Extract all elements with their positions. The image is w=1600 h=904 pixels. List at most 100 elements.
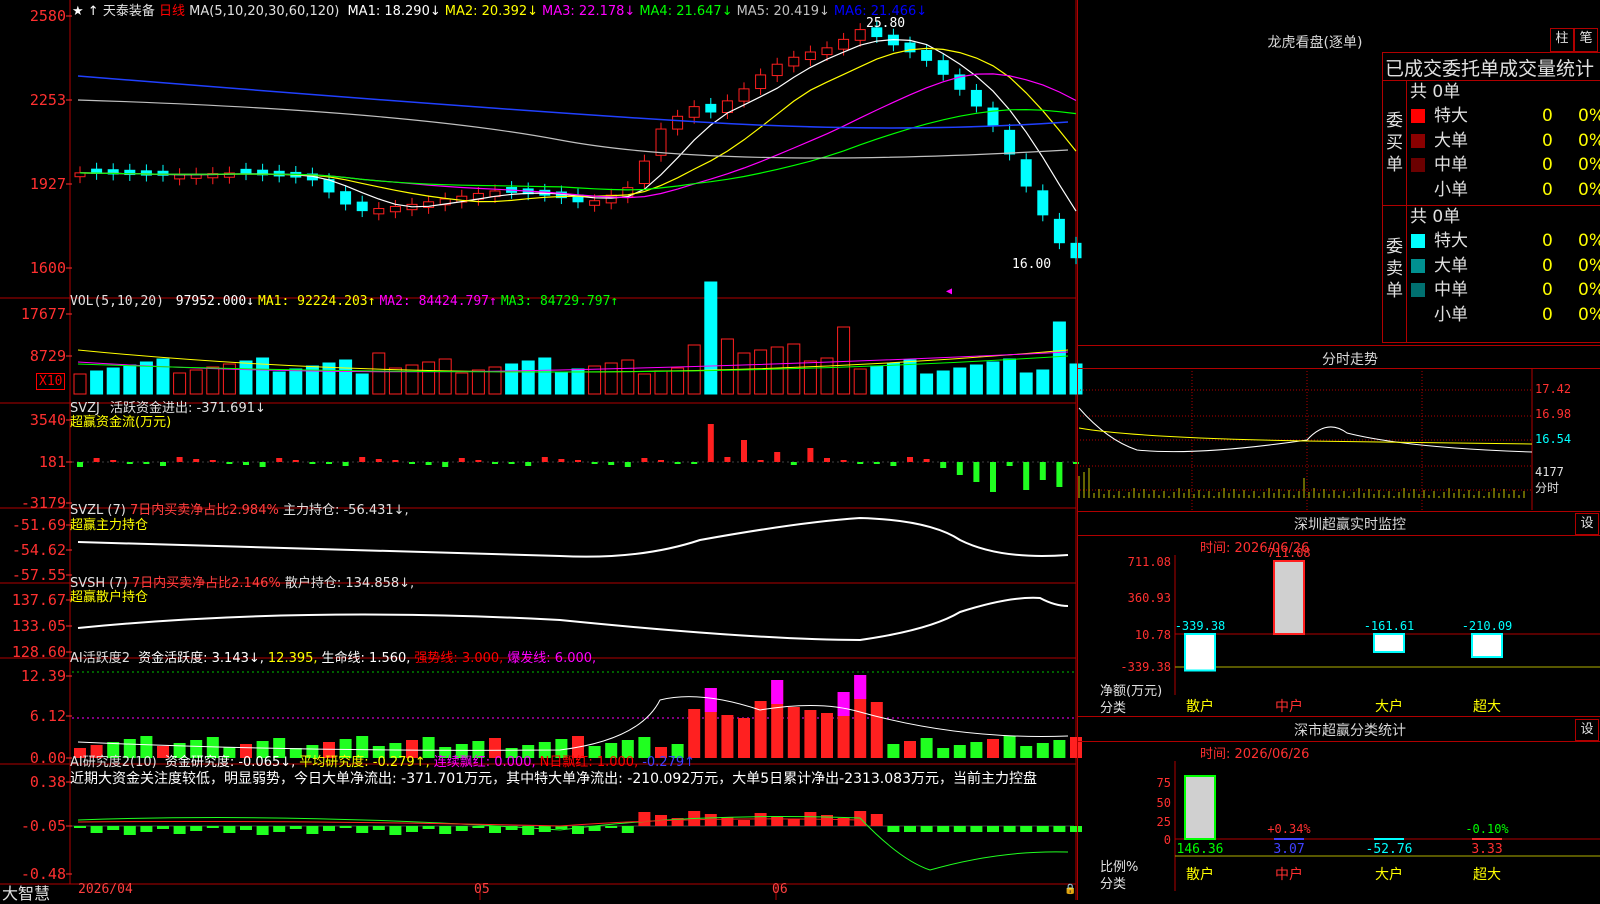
sz-class-settings-button[interactable]: 设	[1575, 719, 1599, 741]
ai-research-bar	[256, 826, 269, 835]
volume-bar	[770, 346, 784, 395]
trade-mode-button[interactable]: 笔	[1574, 28, 1598, 52]
sz-class-chart: 75 50 25 0 146.36 散户 +0.34% 3.07 中户 -52.76 大户 -0.10…	[1157, 761, 1600, 891]
ai-research-bar	[190, 826, 203, 831]
svzj-bar	[873, 462, 880, 464]
ai-active-burst	[854, 675, 867, 699]
sell-row-count-3: 0	[1542, 304, 1553, 325]
vol-unit-badge: X10	[36, 373, 66, 390]
date-tick-jun: 06	[772, 882, 788, 897]
vol-legend: VOL(5,10,20) 97952.000↓ MA1: 92224.203↑ MA…	[70, 294, 618, 309]
svzj-bar	[956, 462, 963, 475]
main-tick-label-0: 2580	[30, 7, 66, 25]
sz-class-tick-2: 25	[1157, 815, 1171, 829]
ai-active-bar	[953, 745, 966, 758]
svzj-bar	[226, 462, 233, 464]
candle-body	[240, 168, 252, 175]
ma-legend-title: MA(5,10,20,30,60,120)	[189, 4, 340, 19]
svzj-bar	[840, 460, 847, 462]
sell-row-count-1: 0	[1542, 255, 1553, 276]
ai-active-tick-label-0: 12.39	[21, 667, 66, 685]
svzj-bar	[890, 462, 897, 466]
ai-active-bar	[1003, 736, 1016, 758]
volume-bar	[206, 366, 220, 395]
stock-terminal-window: 2580 2253 1927 1600 17677 8729 3540 181 -3179 -51…	[0, 0, 1600, 903]
volume-bar	[637, 373, 651, 395]
svzj-bar	[940, 462, 947, 468]
sell-row-swatch-2	[1411, 283, 1425, 297]
svzj-bar	[176, 457, 183, 462]
svzj-bar	[243, 462, 249, 465]
candle-body	[854, 29, 866, 41]
low-price-label: 16.00	[1012, 257, 1051, 272]
sz-monitor-tick-2: 10.78	[1135, 628, 1171, 642]
ma5-line	[77, 99, 1069, 159]
volume-bar	[538, 357, 552, 395]
period-label[interactable]: 日线	[159, 4, 185, 19]
svzj-bar	[923, 459, 930, 462]
intraday-chart[interactable]: 17.42 16.98 16.54 4177 分时	[1077, 368, 1600, 510]
sz-class-tick-3: 0	[1164, 833, 1171, 847]
ma-legend-item-0: MA1: 18.290↓	[347, 4, 441, 19]
candle-body	[804, 51, 816, 61]
svzj-bar	[193, 459, 200, 462]
ai-research-bar	[439, 826, 452, 834]
volume-bar	[886, 362, 900, 395]
ai-active-burst	[704, 688, 717, 712]
stock-name[interactable]: 天泰装备	[103, 4, 155, 19]
svzj-bar	[77, 462, 83, 467]
volume-bar	[438, 358, 452, 395]
svzj-bar	[624, 462, 631, 467]
svsh-value: 散户持仓: 134.858↓,	[284, 576, 415, 591]
ai-active-item-0: 资金活跃度: 3.143↓,	[138, 651, 264, 666]
volume-bar	[953, 367, 967, 395]
volume-bar	[820, 357, 834, 395]
marker-triangle: ◀	[946, 286, 952, 297]
volume-bar	[156, 358, 170, 395]
sz-class-cat-3: 超大	[1473, 867, 1501, 883]
volume-bar	[123, 364, 137, 395]
volume-bar	[372, 352, 386, 395]
buy-total: 共 0单	[1410, 82, 1461, 102]
ai-research-bar	[489, 826, 501, 833]
bar-mode-button[interactable]: 柱	[1550, 28, 1574, 52]
ai-research-bar	[206, 826, 219, 828]
ai-research-bar	[870, 814, 883, 826]
svzj-bar	[143, 462, 150, 464]
svzj-bar	[641, 458, 648, 462]
candle-body	[705, 103, 717, 113]
star-icon[interactable]: ★	[72, 4, 84, 19]
volume-bar	[1003, 358, 1017, 395]
compare-icon[interactable]: ↑	[88, 4, 99, 19]
sz-monitor-title: 深圳超赢实时监控	[1294, 517, 1406, 533]
ai-research-bar	[223, 826, 236, 833]
lock-icon[interactable]: 🔒	[1064, 884, 1076, 895]
svzj-bar	[508, 462, 515, 464]
svzj-bar	[209, 460, 216, 462]
svzj-bar	[160, 462, 166, 466]
svzj-bar	[375, 459, 382, 462]
ai-active-bar	[821, 713, 833, 758]
svzj-bar	[790, 462, 797, 465]
sz-monitor-value-0: -339.38	[1175, 619, 1226, 633]
candle-body	[821, 47, 833, 56]
ai-research-tick-label-1: -0.05	[21, 817, 66, 835]
sell-row-count-2: 0	[1542, 280, 1553, 300]
ai-research-bar	[721, 817, 734, 826]
sell-row-pct-0: 0%	[1578, 231, 1600, 251]
ai-active-item-1: 12.395,	[267, 651, 318, 666]
sell-total: 共 0单	[1410, 207, 1461, 227]
volume-bar	[920, 373, 934, 395]
ai-active-bar	[870, 702, 883, 758]
sz-monitor-settings-button[interactable]: 设	[1575, 513, 1599, 535]
brand-label[interactable]: 大智慧	[2, 880, 50, 904]
ai-research-bar	[157, 826, 169, 829]
buy-row-name-0: 特大	[1434, 106, 1468, 126]
ma-legend-item-5: MA6: 21.466↓	[833, 4, 928, 19]
volume-bar	[554, 371, 568, 395]
volume-bar	[455, 372, 469, 395]
svzj-bar	[541, 457, 548, 462]
sz-monitor-tick-0: 711.08	[1128, 555, 1171, 569]
volume-bar	[173, 372, 187, 395]
ai-research-bar	[1036, 826, 1049, 832]
